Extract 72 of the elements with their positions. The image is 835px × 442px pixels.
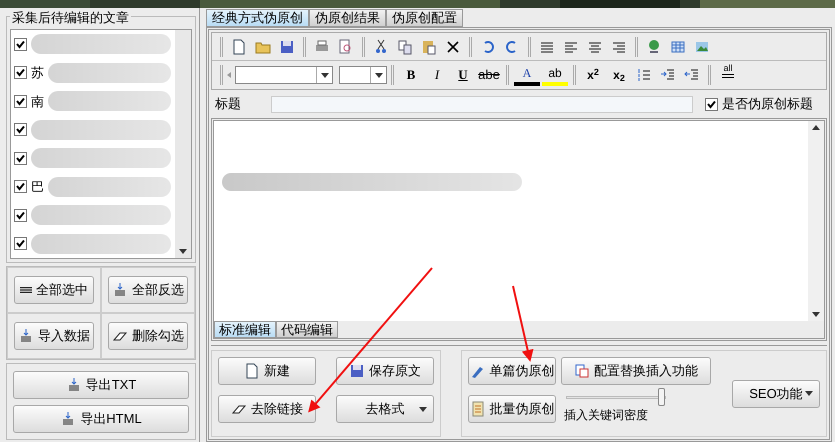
document-icon [231, 38, 247, 54]
globe-link-icon [646, 38, 662, 54]
scroll-up-icon [812, 125, 820, 130]
list-button[interactable]: 导入数据 [14, 322, 94, 350]
font-color-button[interactable]: A [514, 64, 540, 86]
checkbox[interactable] [14, 152, 27, 165]
save-original-button[interactable]: 保存原文 [336, 357, 434, 385]
table-icon [670, 38, 686, 54]
article-title: 苏 [31, 64, 44, 82]
lines-arrow-icon [18, 328, 34, 344]
scrollbar[interactable] [175, 30, 191, 258]
seo-dropdown[interactable]: SEO功能 [732, 380, 820, 408]
scroll-down-icon [179, 249, 187, 254]
notepad-icon [470, 401, 486, 417]
article-title: 南 [31, 92, 44, 110]
replace-icon [574, 363, 590, 379]
tab[interactable]: 代码编辑 [276, 321, 338, 338]
format-button[interactable]: abe [476, 64, 502, 86]
clipboard-icon [421, 38, 437, 54]
export-button[interactable]: 导出TXT [13, 371, 189, 399]
caret-icon [374, 72, 382, 78]
remove-links-button[interactable]: 去除链接 [218, 395, 316, 423]
caret-icon [805, 391, 813, 396]
highlight-button[interactable]: ab [542, 64, 568, 86]
checkbox[interactable] [14, 180, 27, 194]
subscript-button[interactable]: x$_{2}$ [606, 64, 632, 86]
tab[interactable]: 伪原创结果 [309, 9, 386, 27]
title-field[interactable] [271, 96, 693, 112]
article-title: 巴 [31, 178, 44, 196]
checkbox-label: 是否伪原创标题 [722, 95, 813, 114]
density-slider[interactable] [564, 388, 668, 406]
format-button[interactable]: B [398, 64, 424, 86]
select-all-button[interactable]: all [715, 64, 741, 86]
checkbox[interactable] [14, 38, 27, 51]
checkbox[interactable] [14, 208, 27, 222]
format-dropdown[interactable]: 去格式 [336, 395, 434, 423]
export-button[interactable]: 导出HTML [13, 405, 189, 433]
list-button[interactable]: 全部选中 [14, 276, 94, 304]
checkbox[interactable] [14, 94, 27, 108]
single-rewrite-button[interactable]: 单篇伪原创 [468, 357, 556, 385]
title-label: 标题 [215, 95, 242, 114]
caret-icon [419, 406, 427, 412]
batch-rewrite-button[interactable]: 批量伪原创 [468, 395, 556, 423]
list-button[interactable]: 全部反选 [108, 276, 188, 304]
tab[interactable]: 伪原创配置 [386, 9, 463, 27]
checkbox[interactable] [14, 66, 27, 80]
title-checkbox[interactable] [705, 98, 718, 110]
scrollbar[interactable] [808, 121, 824, 321]
numbered-list-icon [636, 67, 652, 83]
scroll-down-icon [812, 312, 820, 317]
slider-label: 插入关键词密度 [564, 407, 649, 424]
caret-icon [320, 72, 328, 78]
size-dropdown[interactable] [339, 66, 387, 84]
close-icon [445, 38, 461, 54]
format-button[interactable]: U [450, 64, 476, 86]
lines-arrow-icon [112, 282, 128, 298]
scissors-icon [373, 38, 389, 54]
tab[interactable]: 经典方式伪原创 [206, 9, 309, 27]
new-button[interactable]: 新建 [218, 357, 316, 385]
checkbox[interactable] [14, 123, 27, 136]
font-dropdown[interactable] [235, 66, 333, 84]
superscript-button[interactable]: x$^{2}$ [580, 64, 606, 86]
document-icon [244, 363, 260, 379]
scroll-left-icon [227, 72, 231, 78]
list-button[interactable]: 删除勾选 [108, 322, 188, 350]
lines-icon [20, 287, 32, 293]
format-button[interactable]: I [424, 64, 450, 86]
checkbox[interactable] [14, 237, 27, 250]
slider-thumb[interactable] [658, 388, 665, 406]
config-button[interactable]: 配置替换插入功能 [561, 357, 711, 385]
tab[interactable]: 标准编辑 [214, 321, 276, 338]
copy-icon [397, 38, 413, 54]
